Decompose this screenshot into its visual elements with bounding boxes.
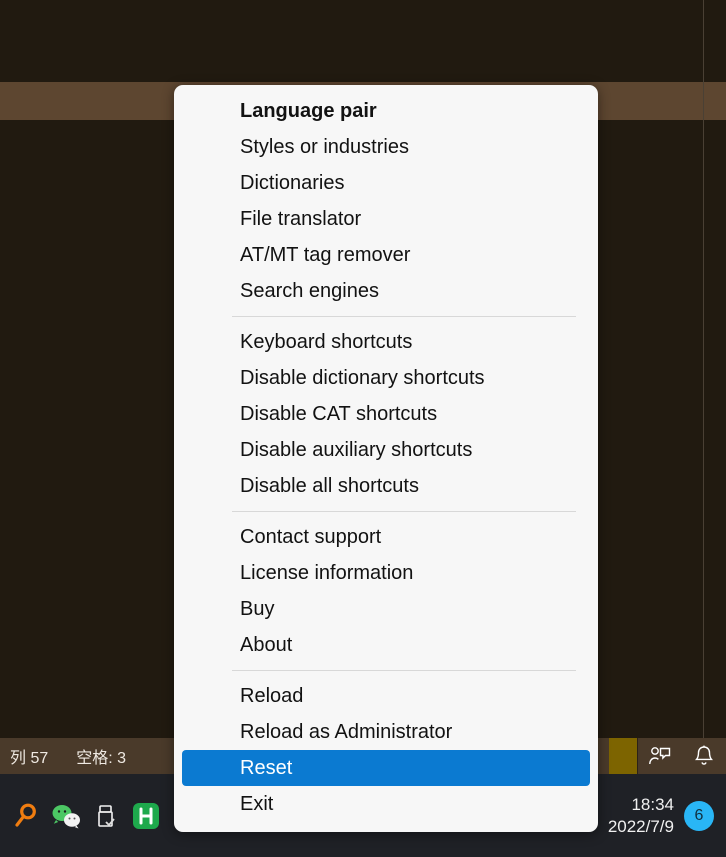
menu-item[interactable]: Language pair: [182, 93, 590, 129]
menu-item[interactable]: AT/MT tag remover: [182, 237, 590, 273]
editor-vertical-rule: [703, 0, 704, 738]
taskbar-clock[interactable]: 18:34 2022/7/9: [602, 794, 684, 838]
menu-separator: [232, 316, 576, 317]
status-spaces-indicator: 空格: 3: [76, 744, 126, 768]
wechat-icon[interactable]: [46, 790, 86, 842]
menu-item[interactable]: Exit: [182, 786, 590, 822]
status-column-indicator: 列 57: [10, 744, 48, 768]
menu-item[interactable]: Buy: [182, 591, 590, 627]
bell-icon[interactable]: [682, 738, 726, 774]
menu-item[interactable]: Search engines: [182, 273, 590, 309]
menu-item[interactable]: Keyboard shortcuts: [182, 324, 590, 360]
menu-item[interactable]: License information: [182, 555, 590, 591]
menu-item[interactable]: Styles or industries: [182, 129, 590, 165]
notification-badge[interactable]: 6: [684, 801, 714, 831]
menu-item[interactable]: About: [182, 627, 590, 663]
person-chat-icon[interactable]: [638, 738, 682, 774]
context-menu: Language pairStyles or industriesDiction…: [174, 85, 598, 832]
menu-item[interactable]: Disable all shortcuts: [182, 468, 590, 504]
menu-separator: [232, 670, 576, 671]
status-accent-block: [609, 738, 637, 774]
editor-background-top: [0, 0, 726, 82]
menu-item[interactable]: Dictionaries: [182, 165, 590, 201]
menu-item[interactable]: File translator: [182, 201, 590, 237]
usb-eject-icon[interactable]: [86, 790, 126, 842]
hbuilder-icon[interactable]: [126, 790, 166, 842]
clock-time: 18:34: [631, 795, 674, 814]
search-magnifier-icon[interactable]: [6, 790, 46, 842]
menu-item[interactable]: Contact support: [182, 519, 590, 555]
menu-item[interactable]: Disable dictionary shortcuts: [182, 360, 590, 396]
menu-item[interactable]: Reload: [182, 678, 590, 714]
menu-item[interactable]: Reset: [182, 750, 590, 786]
screen: 列 57 空格: 3: [0, 0, 726, 857]
menu-item[interactable]: Disable CAT shortcuts: [182, 396, 590, 432]
menu-item[interactable]: Reload as Administrator: [182, 714, 590, 750]
menu-item[interactable]: Disable auxiliary shortcuts: [182, 432, 590, 468]
clock-date: 2022/7/9: [608, 817, 674, 836]
menu-separator: [232, 511, 576, 512]
